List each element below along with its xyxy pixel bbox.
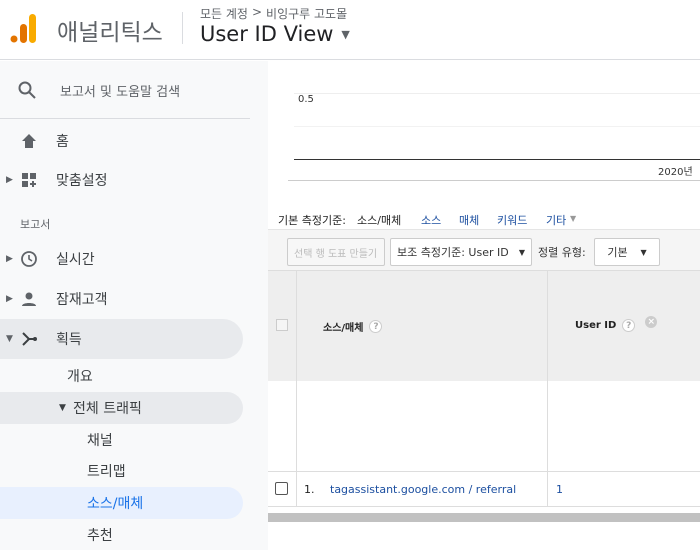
person-icon (22, 292, 36, 306)
table-row: 1. tagassistant.google.com / referral 1 (268, 471, 700, 507)
column-header-source-medium[interactable]: 소스/매체 ? (323, 319, 383, 334)
dimension-option-medium[interactable]: 매체 (459, 212, 479, 228)
dimension-option-source[interactable]: 소스 (421, 212, 441, 228)
view-selector[interactable]: User ID View ▼ (200, 22, 350, 46)
breadcrumb-account[interactable]: 모든 계정 (200, 5, 248, 22)
dimension-option-keyword[interactable]: 키워드 (497, 212, 527, 228)
sort-type-select[interactable]: 기본 ▼ (594, 238, 660, 266)
chevron-down-icon: ▼ (570, 214, 577, 223)
caret-right-icon: ▶ (6, 175, 13, 185)
caret-right-icon: ▶ (6, 254, 13, 264)
sidebar-item-audience[interactable]: ▶ 잠재고객 (0, 279, 243, 319)
row-user-id[interactable]: 1 (556, 483, 563, 496)
reports-section-label: 보고서 (20, 218, 51, 231)
clock-icon (21, 251, 37, 267)
x-axis-tick: 2020년 (658, 167, 693, 178)
x-axis (294, 159, 700, 160)
breadcrumb-separator: > (251, 5, 263, 19)
analytics-logo-icon (10, 14, 36, 43)
plot-rows-button[interactable]: 선택 행 도표 만들기 (287, 238, 385, 266)
sidebar: 보고서 및 도움말 검색 홈 ▶ 맞춤설정 보고서 ▶ 실시간 ▶ 잠재고객 ▼… (0, 61, 268, 550)
help-icon[interactable]: ? (622, 319, 636, 332)
gridline (294, 126, 700, 127)
row-checkbox[interactable] (275, 482, 288, 495)
view-name: User ID View (200, 22, 334, 46)
sidebar-item-channels[interactable]: 채널 (0, 424, 243, 456)
main-content: 0.5 2020년 기본 측정기준: 소스/매체 소스 매체 키워드 기타 ▼ … (268, 61, 700, 550)
select-all-checkbox[interactable] (276, 319, 288, 331)
horizontal-scrollbar[interactable] (268, 513, 700, 522)
sidebar-item-home[interactable]: 홈 (0, 121, 243, 161)
row-source-link[interactable]: tagassistant.google.com / referral (330, 483, 516, 496)
secondary-dimension-select[interactable]: 보조 측정기준: User ID ▼ (390, 238, 532, 266)
caret-right-icon: ▶ (6, 294, 13, 304)
search-placeholder: 보고서 및 도움말 검색 (60, 85, 181, 100)
primary-dimension-label: 기본 측정기준: (278, 214, 346, 227)
chevron-down-icon: ▼ (341, 27, 350, 41)
sidebar-item-all-traffic[interactable]: ▼ 전체 트래픽 (0, 392, 243, 424)
chevron-down-icon: ▼ (518, 247, 525, 257)
sidebar-item-acquisition[interactable]: ▼ 획득 (0, 319, 243, 359)
y-axis-tick: 0.5 (298, 94, 314, 105)
header: 애널리틱스 모든 계정 > 비잉구루 고도몰 User ID View ▼ (0, 0, 700, 60)
app-name: 애널리틱스 (57, 20, 163, 46)
chart-bottom-divider (288, 180, 700, 181)
dimension-option-other[interactable]: 기타 (546, 212, 566, 228)
breadcrumb[interactable]: 모든 계정 > 비잉구루 고도몰 (200, 5, 347, 22)
acquisition-icon (22, 332, 37, 346)
sidebar-item-realtime[interactable]: ▶ 실시간 (0, 239, 243, 279)
chevron-down-icon: ▼ (640, 247, 647, 257)
row-index: 1. (304, 483, 315, 496)
sidebar-item-treemap[interactable]: 트리맵 (0, 455, 243, 487)
table-summary-row (268, 381, 700, 471)
divider (182, 12, 183, 44)
caret-down-icon: ▼ (59, 403, 66, 413)
column-header-user-id[interactable]: User ID ? × (575, 315, 658, 332)
sidebar-item-overview[interactable]: 개요 (0, 356, 243, 396)
sidebar-item-customization[interactable]: ▶ 맞춤설정 (0, 160, 243, 200)
dashboard-icon (22, 173, 36, 187)
breadcrumb-property[interactable]: 비잉구루 고도몰 (266, 5, 347, 22)
sidebar-item-referrals[interactable]: 추천 (0, 519, 243, 551)
sort-type-label: 정렬 유형: (538, 246, 586, 259)
caret-down-icon: ▼ (6, 334, 13, 344)
search-box[interactable]: 보고서 및 도움말 검색 (0, 61, 250, 119)
gridline (294, 93, 700, 94)
home-icon (22, 134, 36, 148)
remove-dimension-icon[interactable]: × (645, 315, 658, 328)
search-icon (18, 81, 36, 99)
primary-dimension-current: 소스/매체 (357, 214, 402, 227)
help-icon[interactable]: ? (369, 320, 383, 333)
sidebar-item-source-medium[interactable]: 소스/매체 (0, 487, 243, 519)
